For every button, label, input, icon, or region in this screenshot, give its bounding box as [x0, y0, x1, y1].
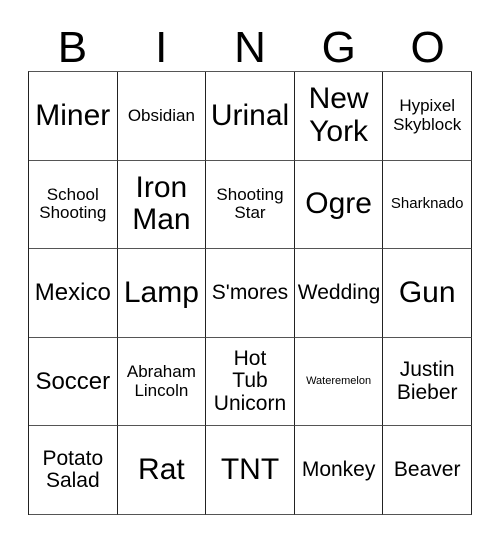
bingo-cell-r1c5[interactable]: Hypixel Skyblock [383, 72, 472, 161]
bingo-cell-label: Wateremelon [306, 374, 372, 387]
bingo-cell-r3c3[interactable]: S'mores [206, 249, 295, 338]
bingo-header-letter-1: B [57, 23, 88, 72]
bingo-cell-label: Beaver [393, 457, 461, 481]
bingo-cell-label: Iron Man [132, 171, 191, 237]
bingo-header-letter-3: N [234, 23, 266, 72]
bingo-cell-r4c4[interactable]: Wateremelon [294, 337, 384, 427]
bingo-card: B I N G O Miner Obsidian Urinal New York Hypixel… [0, 0, 500, 544]
bingo-cell-label: Obsidian [127, 105, 195, 125]
bingo-cell-label: Mexico [34, 279, 111, 307]
bingo-cell-r1c2[interactable]: Obsidian [117, 72, 207, 161]
bingo-header-letter-4: G [321, 23, 356, 72]
bingo-cell-label: TNT [220, 452, 280, 486]
bingo-cell-r5c5[interactable]: Beaver [383, 426, 472, 515]
bingo-cell-label: Gun [398, 275, 456, 309]
bingo-cell-label: Miner [35, 98, 111, 132]
bingo-header-letter-5: O [410, 23, 445, 72]
bingo-cell-label: Sharknado [390, 195, 464, 213]
bingo-cell-label: Potato Salad [42, 446, 104, 493]
bingo-grid: Miner Obsidian Urinal New York Hypixel Skybl… [28, 71, 472, 515]
bingo-cell-r4c5[interactable]: Justin Bieber [383, 337, 472, 427]
bingo-cell-r4c1[interactable]: Soccer [29, 337, 118, 427]
bingo-cell-r2c1[interactable]: School Shooting [29, 160, 118, 250]
bingo-cell-label: S'mores [211, 280, 289, 304]
bingo-header-letter-2: I [155, 23, 168, 72]
bingo-cell-r3c5[interactable]: Gun [383, 249, 472, 338]
bingo-cell-r1c3[interactable]: Urinal [206, 72, 295, 161]
bingo-cell-label: Ogre [305, 187, 372, 221]
bingo-cell-label: Urinal [210, 98, 290, 132]
bingo-cell-r4c2[interactable]: Abraham Lincoln [117, 337, 207, 427]
bingo-cell-r5c2[interactable]: Rat [117, 426, 207, 515]
bingo-cell-r4c3[interactable]: Hot Tub Unicorn [206, 337, 295, 427]
bingo-cell-label: Lamp [123, 275, 199, 309]
bingo-cell-label: Hypixel Skyblock [393, 96, 462, 134]
bingo-cell-label: School Shooting [39, 185, 107, 223]
bingo-cell-label: Soccer [35, 367, 111, 395]
bingo-cell-label: Justin Bieber [396, 357, 458, 404]
bingo-cell-r2c2[interactable]: Iron Man [117, 160, 207, 250]
bingo-cell-r2c5[interactable]: Sharknado [383, 160, 472, 250]
bingo-cell-r1c4[interactable]: New York [294, 72, 384, 161]
bingo-cell-r5c4[interactable]: Monkey [294, 426, 384, 515]
bingo-cell-r2c3[interactable]: Shooting Star [206, 160, 295, 250]
bingo-cell-r3c1[interactable]: Mexico [29, 249, 118, 338]
bingo-cell-label: Wedding [297, 280, 381, 304]
bingo-cell-label: Rat [138, 452, 185, 486]
bingo-cell-r1c1[interactable]: Miner [29, 72, 118, 161]
bingo-cell-r5c1[interactable]: Potato Salad [29, 426, 118, 515]
bingo-cell-label: New York [308, 82, 369, 148]
bingo-cell-label: Shooting Star [216, 185, 284, 223]
bingo-cell-r2c4[interactable]: Ogre [294, 160, 384, 250]
bingo-cell-label: Monkey [301, 457, 376, 481]
bingo-header-row: BINGO [28, 14, 472, 71]
bingo-cell-r5c3[interactable]: TNT [206, 426, 295, 515]
bingo-cell-r3c4[interactable]: Wedding [294, 249, 384, 338]
bingo-cell-label: Abraham Lincoln [126, 362, 196, 400]
bingo-cell-r3c2[interactable]: Lamp [117, 249, 207, 338]
bingo-cell-label: Hot Tub Unicorn [213, 346, 287, 415]
